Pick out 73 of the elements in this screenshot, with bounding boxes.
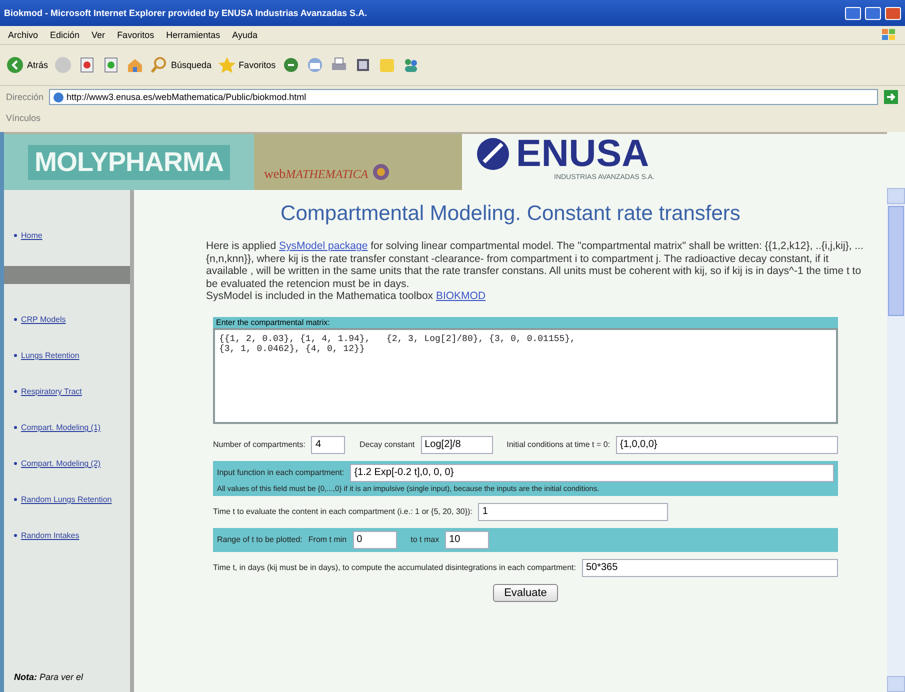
bullet-icon — [14, 498, 17, 502]
bullet-icon — [14, 354, 17, 358]
close-button[interactable] — [885, 6, 901, 20]
menu-item[interactable]: Archivo — [8, 30, 38, 40]
accumulated-label: Time t, in days (kij must be in days), to compute the accumulated disintegrations in each compartment: — [213, 563, 576, 572]
note-text: Nota: Para ver el — [13, 672, 84, 682]
bullet-icon — [14, 426, 17, 430]
bullet-icon — [14, 234, 17, 238]
evaluate-button[interactable]: Evaluate — [493, 584, 558, 602]
minimize-button[interactable] — [845, 6, 861, 20]
bullet-icon — [14, 462, 17, 466]
mail-icon[interactable] — [306, 56, 324, 74]
star-icon — [218, 56, 236, 74]
time-label: Time t to evaluate the content in each compartment (i.e.: 1 or {5, 20, 30}): — [213, 507, 472, 516]
matrix-field[interactable]: {{1, 2, 0.03}, {1, 4, 1.94}, {2, 3, Log[2]/80}, {3, 0, 0.01155}, {3, 1, 0.0462}, {4, 0, 12}} — [213, 328, 838, 424]
initial-label: Initial conditions at time t = 0: — [506, 440, 610, 449]
maximize-button[interactable] — [865, 6, 881, 20]
from-field[interactable]: 0 — [352, 530, 397, 548]
go-icon[interactable] — [883, 89, 899, 105]
from-label: From t min — [308, 535, 347, 544]
page-icon — [52, 92, 64, 102]
sidebar-link[interactable]: Home — [4, 230, 130, 242]
address-field[interactable]: http://www3.enusa.es/webMathematica/Public/biokmod.html — [48, 89, 878, 105]
menu-item[interactable]: Ver — [92, 30, 106, 40]
back-button[interactable]: Atrás — [6, 56, 48, 74]
sidebar-link[interactable]: Random Intakes — [4, 530, 130, 542]
page-title: Compartmental Modeling. Constant rate transfers — [280, 202, 740, 226]
to-label: to t max — [410, 535, 440, 544]
toolbox-text: SysModel is included in the Mathematica toolbox — [206, 290, 434, 302]
sidebar-link[interactable]: CRP Models — [4, 314, 130, 326]
brand-logo: MOLYPHARMA — [28, 144, 230, 180]
accumulated-field[interactable]: 50*365 — [582, 558, 838, 576]
decay-label: Decay constant — [359, 440, 415, 449]
history-icon[interactable] — [282, 56, 300, 74]
compartments-field[interactable]: 4 — [311, 436, 346, 454]
bullet-icon — [14, 318, 17, 322]
gear-icon — [371, 162, 392, 182]
sidebar-link[interactable]: Lungs Retention — [4, 350, 130, 362]
initial-field[interactable]: {1,0,0,0} — [616, 436, 838, 454]
favorites-button[interactable]: Favoritos — [218, 56, 276, 74]
toolbox-link[interactable]: BIOKMOD — [436, 290, 486, 302]
sidebar-link[interactable]: Random Lungs Retention — [4, 494, 130, 506]
menu-item[interactable]: Herramientas — [166, 30, 220, 40]
menu-item[interactable]: Favoritos — [117, 30, 154, 40]
bullet-icon — [14, 534, 17, 538]
stop-icon[interactable] — [78, 56, 96, 74]
search-button[interactable]: Búsqueda — [150, 56, 212, 74]
sidebar-link[interactable]: Compart. Modeling (2) — [4, 458, 130, 470]
product-logo: webMATHEMATICA — [264, 166, 368, 182]
to-field[interactable]: 10 — [445, 530, 490, 548]
range-label: Range of t to be plotted: — [217, 535, 302, 544]
windows-flag-icon — [881, 28, 897, 42]
sidebar-link[interactable]: Respiratory Tract — [4, 386, 130, 398]
menu-item[interactable]: Ayuda — [232, 30, 258, 40]
time-field[interactable]: 1 — [478, 502, 668, 520]
intro-paragraph: Here is applied SysModel package for solving linear compartmental model. The "compartmental matrix" shall be written: {{1,2,k12}, ..{i,j,kij}, ...{n,n,knn}}, where kij is the rate transfer constant -clearance- from compartment i to compartment j. The radioactive decay constant, if it available , will be written in the same units that the rate transfer constans. All units must be coherent with kij, so if kij is in days^-1 the time t to be evaluated the retencion must be in days. SysModel is included in the Mathematica toolbox BIOKMOD — [205, 240, 864, 302]
package-link[interactable]: SysModel package — [278, 240, 368, 252]
refresh-icon[interactable] — [102, 56, 120, 74]
decay-field[interactable]: Log[2]/8 — [420, 436, 493, 454]
matrix-label: Enter the compartmental matrix: — [213, 316, 838, 328]
bullet-icon — [14, 390, 17, 394]
sidebar-link[interactable]: Compart. Modeling (1) — [4, 422, 130, 434]
company-logo: ENUSA — [516, 134, 650, 174]
company-emblem-icon — [474, 135, 512, 173]
window-title: Biokmod - Microsoft Internet Explorer provided by ENUSA Industrias Avanzadas S.A. — [4, 8, 368, 18]
address-label: Dirección — [6, 92, 44, 102]
input-label: Input function in each compartment: — [217, 468, 344, 477]
home-icon[interactable] — [126, 56, 144, 74]
compartments-label: Number of compartments: — [213, 440, 306, 449]
menu-item[interactable]: Edición — [50, 30, 80, 40]
links-label[interactable]: Vínculos — [6, 113, 41, 123]
input-field[interactable]: {1.2 Exp[-0.2 t],0, 0, 0} — [350, 464, 834, 482]
search-icon — [150, 56, 168, 74]
